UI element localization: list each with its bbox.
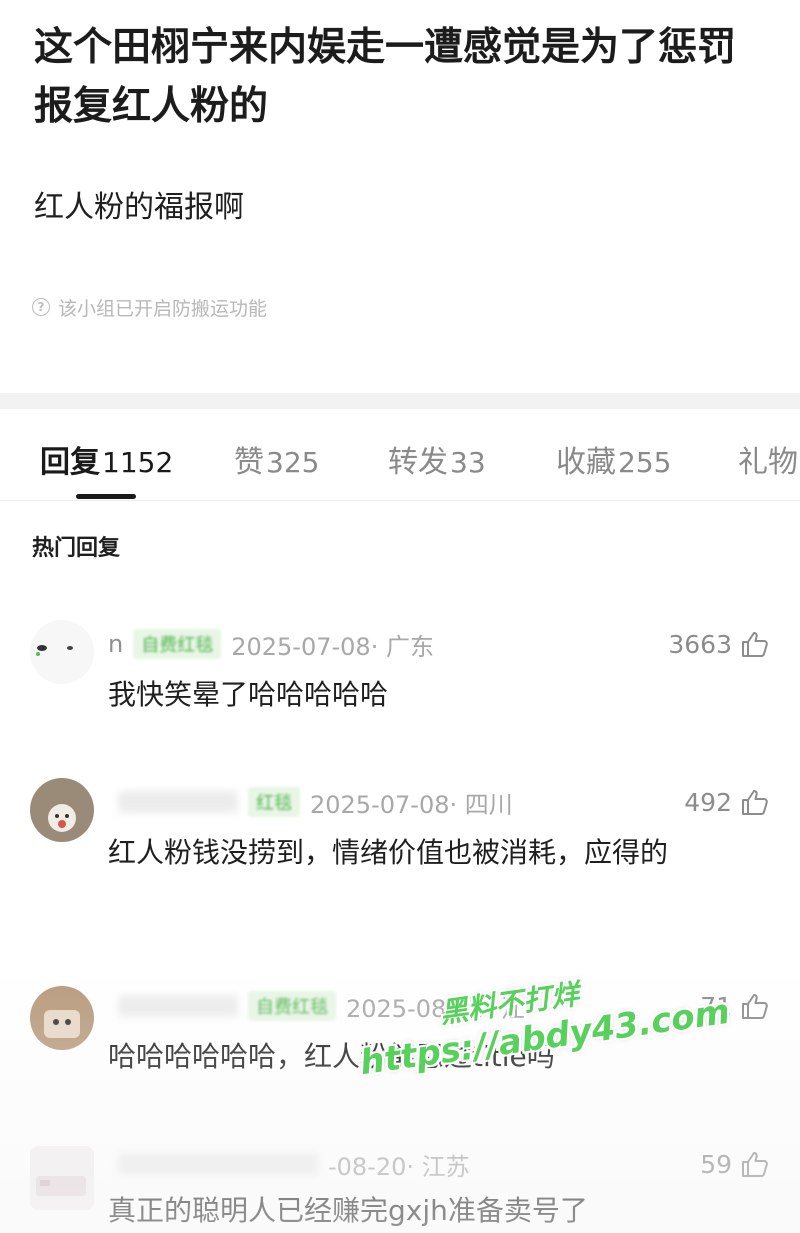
time-location: 2025-07-08· 广东	[231, 632, 434, 661]
avatar[interactable]	[30, 620, 94, 684]
comment-meta: 自费红毯 2025-08-20· 江	[108, 988, 525, 1024]
comment-meta: 红毯 2025-07-08· 四川	[108, 784, 513, 820]
avatar-image	[30, 778, 94, 842]
tab-favorites[interactable]: 收藏 255	[556, 437, 671, 481]
like-button[interactable]: 3663	[668, 626, 770, 662]
post-title: 这个田栩宁来内娱走一遭感觉是为了惩罚报复红人粉的	[34, 25, 737, 129]
user-badge: 自费红毯	[248, 991, 336, 1021]
comment-item: -08-20· 江苏 59 真正的聪明人已经赚完gxjh准备卖号了	[0, 1140, 800, 1233]
like-count: 71	[700, 991, 732, 1021]
hot-replies-heading: 热门回复	[32, 536, 121, 561]
engagement-tabs: 回复 1152 赞 325 转发 33 收藏 255 礼物	[0, 409, 800, 501]
tab-label: 转发	[388, 445, 448, 480]
active-tab-indicator	[76, 494, 136, 499]
tab-gifts[interactable]: 礼物	[738, 437, 798, 481]
like-button[interactable]: 492	[684, 784, 770, 820]
avatar[interactable]	[30, 986, 94, 1050]
post-detail-page: 这个田栩宁来内娱走一遭感觉是为了惩罚报复红人粉的 红人粉的福报啊 ? 该小组已开…	[0, 0, 800, 1233]
avatar-image	[30, 986, 94, 1050]
tab-label: 收藏	[556, 445, 616, 480]
thumbs-up-icon	[742, 994, 768, 1019]
tab-label: 赞	[234, 445, 264, 480]
tab-label: 回复	[40, 445, 100, 480]
like-button[interactable]: 71	[700, 988, 770, 1024]
tab-label: 礼物	[738, 445, 798, 480]
comment-text: 红人粉钱没捞到，情绪价值也被消耗，应得的	[108, 836, 669, 869]
tab-count: 1152	[102, 446, 174, 479]
avatar-image	[30, 1146, 94, 1210]
like-count: 492	[684, 787, 732, 817]
tab-reposts[interactable]: 转发 33	[388, 437, 486, 481]
like-button[interactable]: 59	[700, 1146, 770, 1182]
comment-item: n 自费红毯 2025-07-08· 广东 3663 我快笑晕了哈哈哈哈哈	[0, 612, 800, 732]
username[interactable]: n	[108, 630, 123, 658]
comment-item: 红毯 2025-07-08· 四川 492 红人粉钱没捞到，情绪价值也被消耗，应…	[0, 772, 800, 942]
avatar[interactable]	[30, 778, 94, 842]
like-count: 3663	[668, 629, 732, 659]
anti-carry-text: 该小组已开启防搬运功能	[58, 297, 268, 320]
comment-item: 自费红毯 2025-08-20· 江 71 哈哈哈哈哈哈，红人粉能忍过title…	[0, 982, 800, 1092]
blurred-username	[118, 1153, 318, 1175]
avatar[interactable]	[30, 1146, 94, 1210]
section-divider	[0, 393, 800, 409]
tab-count: 33	[450, 446, 486, 479]
tab-count: 325	[266, 446, 320, 479]
comment-text: 真正的聪明人已经赚完gxjh准备卖号了	[108, 1194, 588, 1227]
tab-likes[interactable]: 赞 325	[234, 437, 319, 481]
thumbs-up-icon	[742, 1152, 768, 1177]
tab-replies[interactable]: 回复 1152	[40, 437, 173, 481]
user-badge: 自费红毯	[133, 629, 222, 659]
thumbs-up-icon	[742, 790, 768, 815]
time-location: 2025-07-08· 四川	[310, 790, 513, 819]
user-badge: 红毯	[248, 787, 300, 817]
comment-meta: -08-20· 江苏	[108, 1146, 470, 1182]
anti-carry-notice: ? 该小组已开启防搬运功能	[32, 292, 267, 322]
tab-count: 255	[618, 446, 672, 479]
blurred-username	[118, 791, 238, 813]
comment-text: 我快笑晕了哈哈哈哈哈	[108, 678, 389, 711]
post-body: 红人粉的福报啊	[34, 190, 244, 225]
avatar-image	[30, 620, 94, 684]
thumbs-up-icon	[742, 632, 768, 657]
time-location: -08-20· 江苏	[328, 1152, 470, 1181]
like-count: 59	[700, 1149, 732, 1179]
blurred-username	[118, 995, 238, 1017]
comment-meta: n 自费红毯 2025-07-08· 广东	[108, 626, 434, 662]
question-circle-icon[interactable]: ?	[32, 298, 50, 316]
comment-text: 哈哈哈哈哈哈，红人粉能忍过title吗	[108, 1040, 555, 1073]
time-location: 2025-08-20· 江	[346, 994, 525, 1023]
